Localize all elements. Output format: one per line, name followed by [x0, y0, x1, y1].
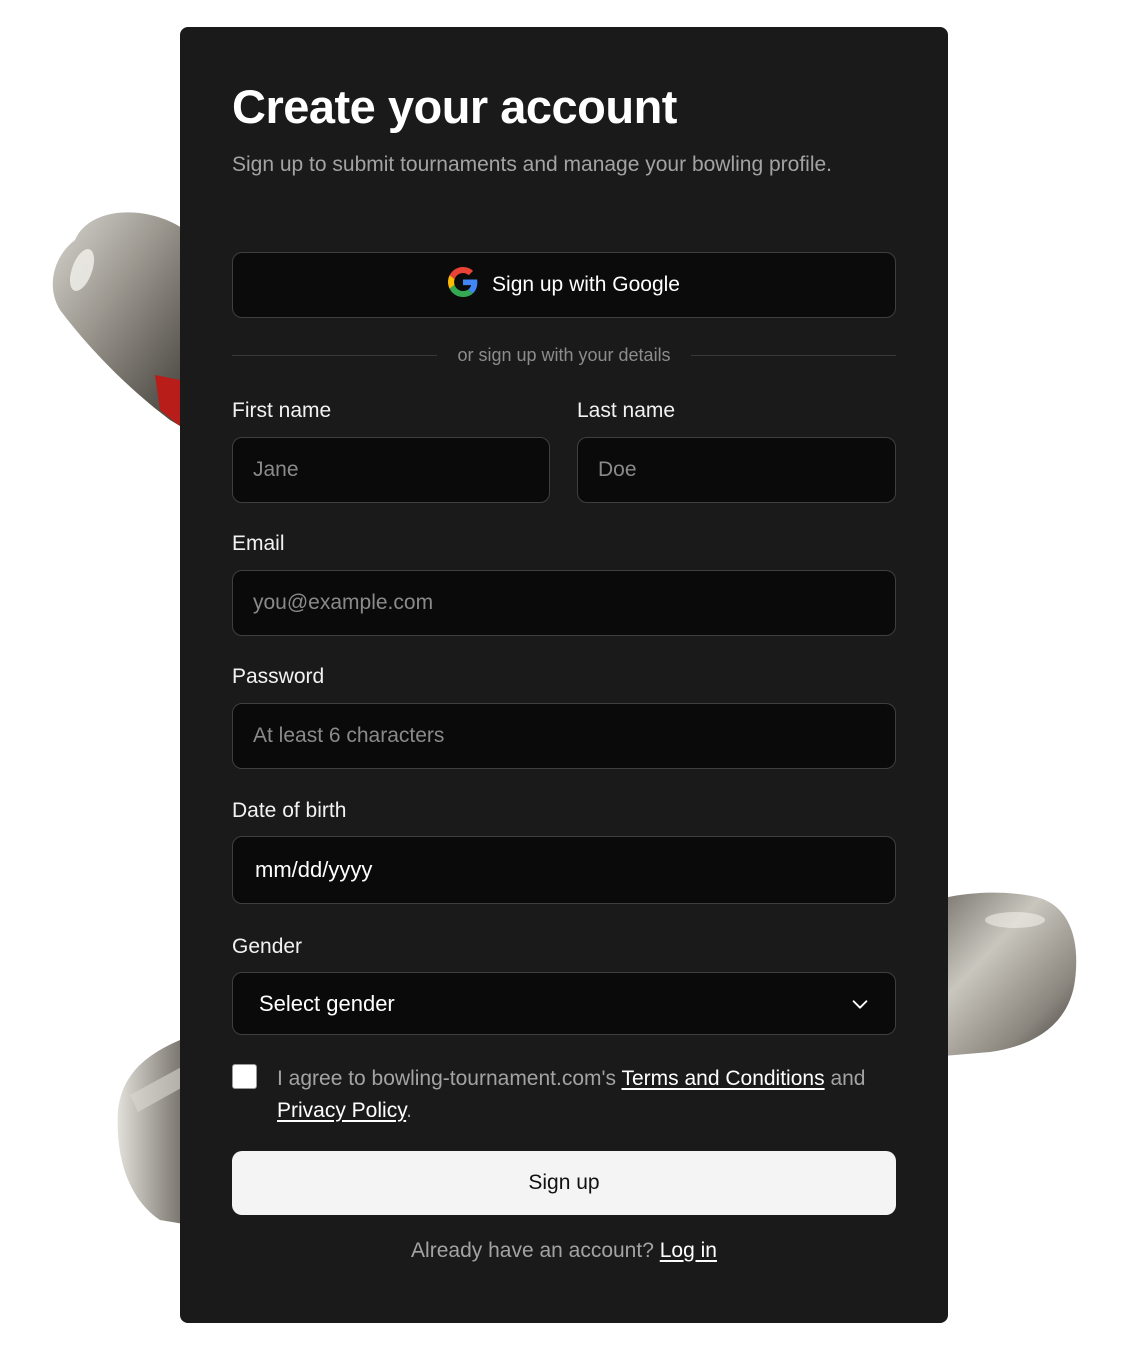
divider: or sign up with your details	[232, 345, 897, 366]
terms-and: and	[830, 1067, 866, 1090]
terms-text: I agree to bowling-tournament.com's Term…	[277, 1063, 896, 1127]
terms-checkbox[interactable]	[232, 1064, 257, 1089]
first-name-input[interactable]	[232, 437, 550, 503]
email-label: Email	[232, 532, 285, 555]
divider-line	[232, 355, 438, 356]
dob-value: mm/dd/yyyy	[255, 857, 373, 882]
terms-prefix: I agree to bowling-tournament.com's	[277, 1067, 617, 1090]
chevron-down-icon	[849, 993, 871, 1015]
gender-label: Gender	[232, 935, 303, 958]
login-prompt: Already have an account? Log in	[232, 1239, 896, 1263]
terms-agreement: I agree to bowling-tournament.com's Term…	[232, 1063, 896, 1127]
page: Create your account Sign up to submit to…	[0, 0, 1130, 1358]
login-prompt-text: Already have an account?	[411, 1239, 654, 1262]
google-g-icon	[448, 267, 478, 303]
terms-suffix: .	[406, 1099, 412, 1122]
google-signup-button[interactable]: Sign up with Google	[232, 252, 896, 318]
signup-card: Create your account Sign up to submit to…	[180, 27, 948, 1323]
page-title: Create your account	[232, 80, 677, 133]
signup-button[interactable]: Sign up	[232, 1151, 896, 1215]
google-signup-label: Sign up with Google	[492, 273, 680, 296]
dob-label: Date of birth	[232, 799, 347, 822]
dob-input[interactable]: mm/dd/yyyy	[232, 836, 896, 904]
password-label: Password	[232, 665, 325, 688]
gender-selected-value: Select gender	[259, 990, 395, 1016]
divider-text: or sign up with your details	[457, 345, 671, 365]
privacy-link[interactable]: Privacy Policy	[277, 1099, 406, 1122]
first-name-label: First name	[232, 399, 332, 422]
gender-select[interactable]: Select gender	[232, 972, 896, 1035]
last-name-input[interactable]	[577, 437, 896, 503]
page-subtitle: Sign up to submit tournaments and manage…	[232, 153, 833, 176]
terms-link[interactable]: Terms and Conditions	[621, 1067, 824, 1090]
divider-line	[690, 355, 897, 356]
email-input[interactable]	[232, 570, 896, 636]
login-link[interactable]: Log in	[660, 1239, 717, 1262]
last-name-label: Last name	[577, 399, 676, 422]
password-input[interactable]	[232, 703, 896, 769]
